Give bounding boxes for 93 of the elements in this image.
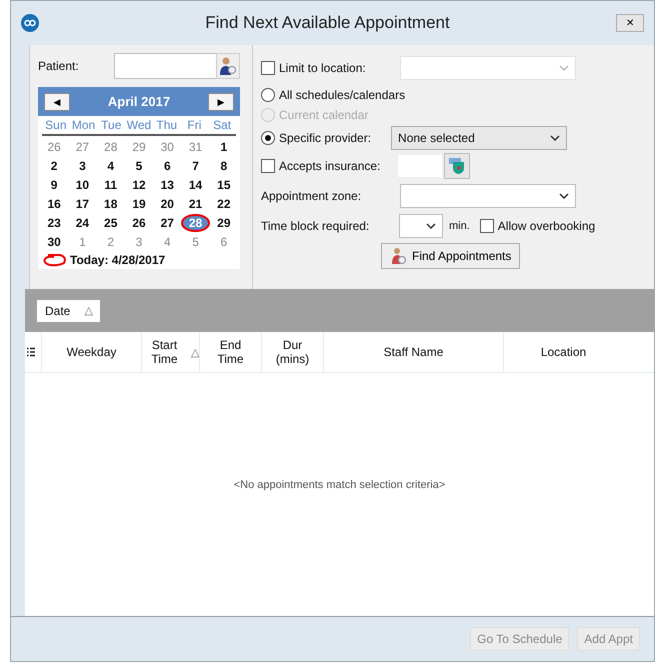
calendar-day[interactable]: 17 bbox=[68, 195, 97, 213]
calendar-day[interactable]: 8 bbox=[210, 157, 238, 175]
patient-search-button[interactable] bbox=[216, 53, 240, 79]
scribble-mark-icon bbox=[42, 253, 68, 267]
patient-label: Patient: bbox=[38, 59, 80, 73]
calendar-day[interactable]: 1 bbox=[68, 233, 97, 251]
chevron-down-icon bbox=[426, 223, 436, 229]
time-block-label: Time block required: bbox=[261, 219, 370, 233]
checkbox[interactable] bbox=[480, 219, 494, 233]
column-chooser-icon[interactable] bbox=[27, 347, 35, 357]
app-logo-icon bbox=[21, 14, 39, 32]
calendar-day[interactable]: 23 bbox=[40, 214, 68, 232]
chevron-down-icon bbox=[559, 65, 569, 71]
calendar-day[interactable]: 6 bbox=[210, 233, 238, 251]
calendar-day[interactable]: 4 bbox=[96, 157, 125, 175]
calendar-day[interactable]: 28 bbox=[96, 138, 125, 156]
calendar-day[interactable]: 22 bbox=[210, 195, 238, 213]
insurance-button[interactable] bbox=[444, 153, 470, 179]
weekday-label: Thu bbox=[155, 118, 178, 132]
calendar-day[interactable]: 5 bbox=[124, 157, 154, 175]
checkbox[interactable] bbox=[261, 61, 275, 75]
person-magnifier-icon bbox=[390, 247, 408, 265]
weekday-label: Sun bbox=[44, 118, 68, 132]
calendar-day[interactable]: 6 bbox=[153, 157, 182, 175]
calendar-day[interactable]: 24 bbox=[68, 214, 97, 232]
checkbox-label: Allow overbooking bbox=[498, 219, 596, 233]
weekday-label: Sat bbox=[212, 118, 232, 132]
find-appointments-button[interactable]: Find Appointments bbox=[381, 243, 520, 269]
radio-label: Specific provider: bbox=[279, 131, 372, 145]
shield-cross-icon bbox=[449, 158, 465, 174]
calendar-day[interactable]: 16 bbox=[40, 195, 68, 213]
calendar-day[interactable]: 14 bbox=[181, 176, 210, 194]
calendar-day[interactable]: 5 bbox=[181, 233, 210, 251]
previous-month-button[interactable]: ◀ bbox=[44, 92, 70, 110]
calendar-day[interactable]: 18 bbox=[96, 195, 125, 213]
calendar-day[interactable]: 27 bbox=[68, 138, 97, 156]
calendar-day[interactable]: 15 bbox=[210, 176, 238, 194]
patient-field[interactable] bbox=[114, 53, 218, 79]
calendar-day[interactable]: 3 bbox=[124, 233, 154, 251]
weekday-label: Fri bbox=[186, 118, 202, 132]
calendar-day[interactable]: 30 bbox=[40, 233, 68, 251]
calendar-day[interactable]: 13 bbox=[153, 176, 182, 194]
calendar-day[interactable]: 30 bbox=[153, 138, 182, 156]
calendar-day[interactable]: 2 bbox=[96, 233, 125, 251]
calendar-day[interactable]: 29 bbox=[124, 138, 154, 156]
calendar-day[interactable]: 29 bbox=[210, 214, 238, 232]
checkbox-label: Accepts insurance: bbox=[279, 159, 380, 173]
radio-button[interactable] bbox=[261, 131, 275, 145]
calendar-day[interactable]: 10 bbox=[68, 176, 97, 194]
weekday-label: Wed bbox=[126, 118, 152, 132]
chevron-down-icon bbox=[550, 135, 560, 141]
calendar-day[interactable]: 3 bbox=[68, 157, 97, 175]
weekday-label: Mon bbox=[70, 118, 96, 132]
calendar-day[interactable]: 7 bbox=[181, 157, 210, 175]
calendar-day[interactable]: 25 bbox=[96, 214, 125, 232]
person-magnifier-icon bbox=[219, 56, 237, 76]
calendar-day[interactable]: 19 bbox=[124, 195, 154, 213]
calendar-day[interactable]: 28 bbox=[181, 214, 210, 232]
column-header[interactable]: Location bbox=[503, 332, 623, 372]
minutes-unit-label: min. bbox=[449, 220, 470, 232]
window-title: Find Next Available Appointment bbox=[204, 13, 451, 33]
radio-label: All schedules/calendars bbox=[279, 88, 406, 102]
chevron-down-icon bbox=[559, 193, 569, 199]
radio-button[interactable] bbox=[261, 88, 275, 102]
provider-dropdown[interactable]: None selected bbox=[391, 126, 568, 150]
appointment-zone-label: Appointment zone: bbox=[261, 189, 362, 203]
column-header[interactable]: Start Time △ bbox=[141, 332, 199, 372]
checkbox-label: Limit to location: bbox=[279, 61, 366, 75]
calendar-day[interactable]: 21 bbox=[181, 195, 210, 213]
column-header[interactable]: Weekday bbox=[41, 332, 141, 372]
radio-label: Current calendar bbox=[279, 108, 368, 122]
calendar-day[interactable]: 26 bbox=[124, 214, 154, 232]
calendar-day[interactable]: 1 bbox=[210, 138, 238, 156]
calendar-day[interactable]: 4 bbox=[153, 233, 182, 251]
next-month-button[interactable]: ▶ bbox=[208, 92, 234, 110]
checkbox[interactable] bbox=[261, 159, 275, 173]
column-header[interactable]: End Time bbox=[199, 332, 261, 372]
calendar-day[interactable]: 26 bbox=[40, 138, 68, 156]
close-button[interactable]: ✕ bbox=[616, 14, 644, 32]
column-header[interactable]: Staff Name bbox=[323, 332, 503, 372]
calendar-day[interactable]: 31 bbox=[181, 138, 210, 156]
group-by-chip[interactable]: Date △ bbox=[37, 300, 100, 322]
calendar-day[interactable]: 20 bbox=[153, 195, 182, 213]
calendar-day[interactable]: 11 bbox=[96, 176, 125, 194]
calendar-day[interactable]: 2 bbox=[40, 157, 68, 175]
today-label[interactable]: Today: 4/28/2017 bbox=[70, 253, 166, 267]
calendar-day[interactable]: 27 bbox=[153, 214, 182, 232]
column-header[interactable]: Dur (mins) bbox=[261, 332, 323, 372]
weekday-label: Tue bbox=[100, 118, 122, 132]
calendar-day[interactable]: 12 bbox=[124, 176, 154, 194]
month-title: April 2017 bbox=[108, 94, 170, 109]
calendar-day[interactable]: 9 bbox=[40, 176, 68, 194]
empty-message: <No appointments match selection criteria> bbox=[234, 478, 446, 490]
